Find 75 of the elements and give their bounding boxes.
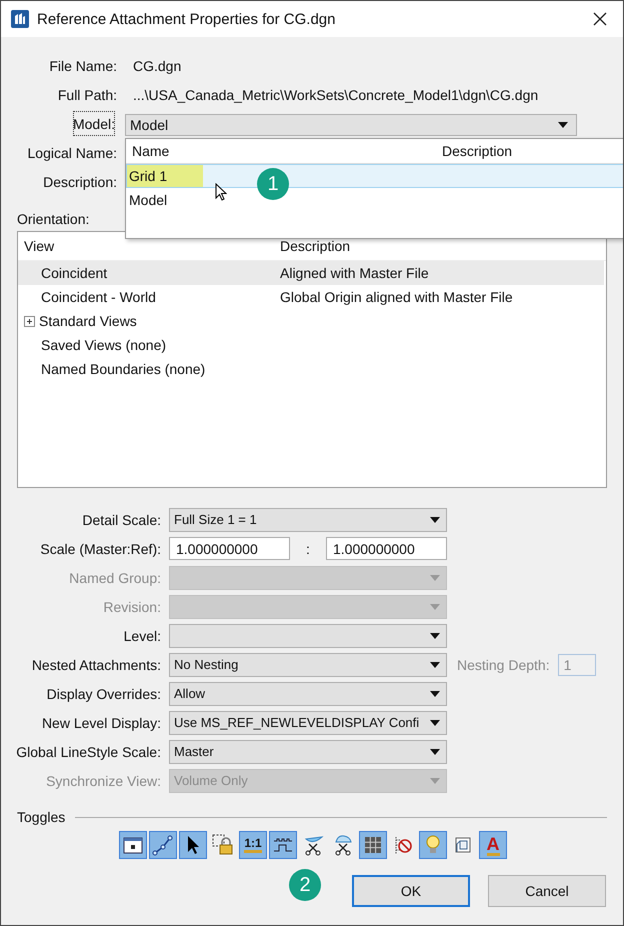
- dialog-button[interactable]: OK: [352, 875, 470, 907]
- caret-icon: [430, 516, 440, 522]
- column-header[interactable]: Description: [442, 143, 512, 159]
- setting-dropdown[interactable]: Use MS_REF_NEWLEVELDISPLAY Confi: [169, 710, 447, 734]
- toggle-scale-button[interactable]: 1:1: [239, 831, 267, 859]
- column-header[interactable]: Description: [280, 238, 350, 254]
- view-name: Standard Views: [39, 313, 137, 329]
- polyline-icon: [152, 834, 174, 856]
- caret-icon: [430, 748, 440, 754]
- setting-label: Level:: [122, 626, 161, 646]
- orientation-label: Orientation:: [17, 211, 90, 228]
- field-label: Description:: [42, 172, 117, 192]
- ratio-separator: :: [305, 540, 311, 556]
- setting-label: Revision:: [102, 598, 161, 616]
- view-name: Named Boundaries (none): [40, 361, 206, 377]
- grid-icon: [362, 834, 384, 856]
- field-label: File Name:: [48, 56, 117, 76]
- orientation-row[interactable]: Standard Views: [18, 309, 604, 333]
- view-description: Global Origin aligned with Master File: [280, 289, 513, 305]
- caret-icon: [558, 122, 568, 128]
- step-badge: 2: [289, 869, 321, 901]
- step-badge: 1: [257, 168, 289, 200]
- field-label: Logical Name:: [26, 144, 117, 163]
- toggle-grid-button[interactable]: [359, 831, 387, 859]
- setting-label: Synchronize View:: [45, 772, 161, 791]
- caret-icon: [430, 720, 440, 726]
- view-name: Coincident - World: [40, 289, 156, 305]
- view-name: Saved Views (none): [40, 337, 166, 353]
- toggle-pulse-button[interactable]: [269, 831, 297, 859]
- orientation-row[interactable]: Saved Views (none): [18, 333, 604, 357]
- toggle-locate-button[interactable]: [179, 831, 207, 859]
- lock-icon: [212, 834, 234, 856]
- orientation-row[interactable]: Coincident Aligned with Master File: [18, 261, 604, 285]
- column-header[interactable]: Name: [126, 143, 442, 159]
- scissors-icon: [302, 834, 324, 856]
- caret-icon: [430, 662, 440, 668]
- caret-icon: [430, 604, 440, 610]
- close-icon[interactable]: [593, 12, 607, 26]
- caret-icon: [430, 690, 440, 696]
- scale-input-field[interactable]: 1.000000000: [169, 537, 290, 560]
- orientation-row[interactable]: Coincident - World Global Origin aligned with Master File: [18, 285, 604, 309]
- orientation-row[interactable]: Named Boundaries (none): [18, 357, 604, 381]
- toggles-label: Toggles: [17, 809, 66, 825]
- setting-label: Detail Scale:: [81, 510, 161, 530]
- toggle-snap-button[interactable]: [149, 831, 177, 859]
- caret-icon: [430, 778, 440, 784]
- setting-label: Display Overrides:: [46, 684, 161, 704]
- view-name: Coincident: [40, 265, 108, 281]
- model-dropdown[interactable]: Model: [125, 114, 577, 136]
- nesting-depth-label: Nesting Depth:: [457, 656, 550, 672]
- setting-dropdown[interactable]: Full Size 1 = 1: [169, 508, 447, 532]
- column-header[interactable]: View: [18, 238, 280, 254]
- caret-icon: [430, 632, 440, 638]
- field-value: CG.dgn: [132, 56, 182, 76]
- view-description: Aligned with Master File: [280, 265, 429, 281]
- window-title: Reference Attachment Properties for CG.dgn: [37, 10, 336, 28]
- expand-icon[interactable]: [24, 316, 35, 326]
- dialog-button[interactable]: Cancel: [488, 875, 606, 907]
- setting-label: Global LineStyle Scale:: [15, 742, 161, 762]
- setting-dropdown[interactable]: Allow: [169, 682, 447, 706]
- field-label: Full Path:: [56, 86, 117, 104]
- scale-input-field[interactable]: 1.000000000: [326, 537, 447, 560]
- app-icon: [11, 10, 29, 28]
- setting-label: New Level Display:: [40, 714, 161, 733]
- caret-icon: [430, 574, 440, 580]
- setting-dropdown[interactable]: No Nesting: [169, 652, 447, 676]
- setting-dropdown[interactable]: Master: [169, 740, 447, 764]
- toggle-bulb-button[interactable]: [419, 831, 447, 859]
- model-label: Model:: [70, 109, 117, 138]
- setting-label: Scale (Master:Ref):: [39, 540, 161, 559]
- setting-label: Nested Attachments:: [30, 656, 161, 674]
- field-value: ...\USA_Canada_Metric\WorkSets\Concrete_Model1\dgn\CG.dgn: [132, 86, 540, 105]
- mouse-pointer-icon: [215, 183, 227, 201]
- toggle-display-button[interactable]: [119, 831, 147, 859]
- setting-label: Named Group:: [68, 568, 161, 588]
